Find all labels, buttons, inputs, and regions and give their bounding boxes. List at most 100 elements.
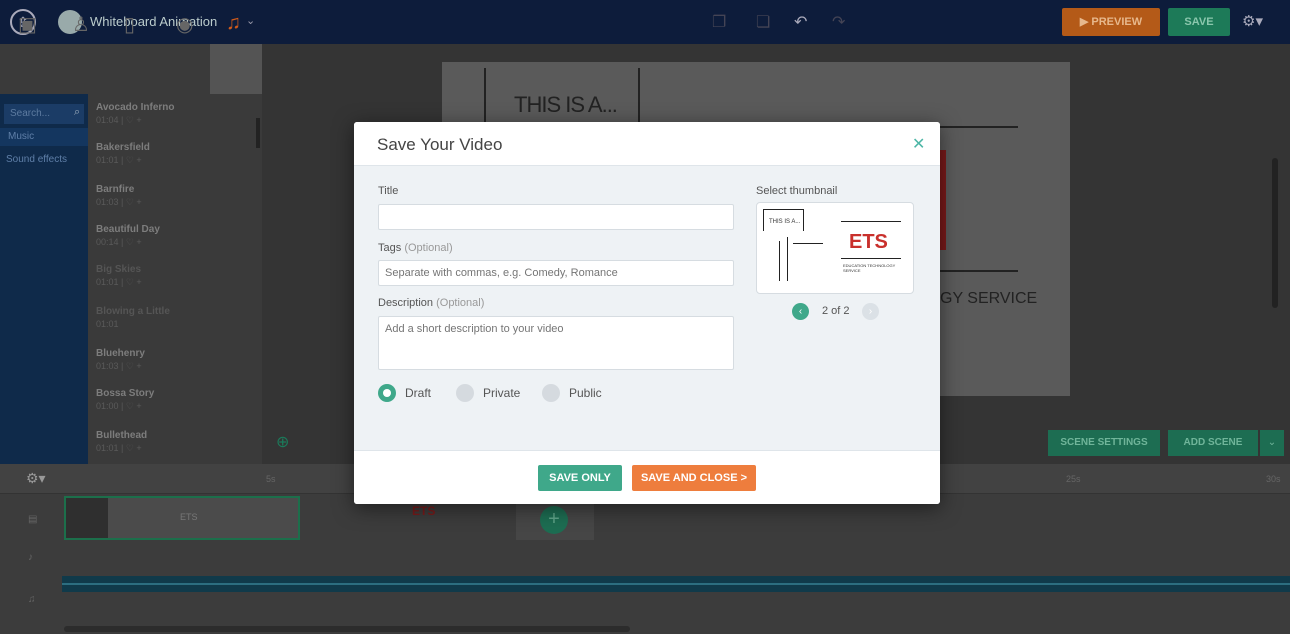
track-name: Bakersfield xyxy=(96,142,150,153)
list-item[interactable]: Avocado Inferno 01:04 | ♡ + xyxy=(96,102,175,126)
track-meta: 01:03 | ♡ + xyxy=(96,361,142,371)
track-meta: 01:00 | ♡ + xyxy=(96,401,142,411)
track-meta: 01:03 | ♡ + xyxy=(96,197,142,207)
track-meta: 01:01 | ♡ + xyxy=(96,443,142,453)
chevron-down-icon[interactable]: ⌄ xyxy=(1260,430,1284,456)
scene-thumbnail xyxy=(66,498,108,538)
track-meta: 01:04 | ♡ + xyxy=(96,115,142,125)
save-only-button[interactable]: SAVE ONLY xyxy=(538,465,622,491)
save-video-dialog: Save Your Video ✕ Title Tags (Optional) … xyxy=(354,122,940,504)
preview-button[interactable]: ▶ PREVIEW xyxy=(1062,8,1160,36)
tags-input[interactable] xyxy=(378,260,734,286)
timeline-scrollbar[interactable] xyxy=(64,626,630,632)
zoom-in-icon[interactable]: ⊕ xyxy=(276,432,289,452)
search-input[interactable]: Search... xyxy=(4,104,84,124)
thumb-line xyxy=(763,209,764,231)
canvas-scrollbar[interactable] xyxy=(1272,158,1278,308)
thumb-line xyxy=(841,221,901,222)
search-icon[interactable]: ⌕ xyxy=(74,106,80,119)
tags-label: Tags (Optional) xyxy=(378,242,453,254)
sidebar-item-sound-effects[interactable]: Sound effects xyxy=(6,154,67,165)
track-meta: 00:14 | ♡ + xyxy=(96,237,142,247)
chevron-left-icon[interactable]: ‹ xyxy=(792,303,809,320)
sidebar xyxy=(0,94,88,464)
list-item[interactable]: Bossa Story 01:00 | ♡ + xyxy=(96,388,154,412)
thumb-line xyxy=(793,243,823,244)
tags-label-text: Tags xyxy=(378,242,402,254)
redo-icon[interactable]: ↷ xyxy=(832,12,845,32)
thumb-line xyxy=(779,241,780,281)
paste-icon[interactable]: ❏ xyxy=(756,12,770,32)
list-item[interactable]: Beautiful Day 00:14 | ♡ + xyxy=(96,224,160,248)
title-input[interactable] xyxy=(378,204,734,230)
dialog-title: Save Your Video xyxy=(377,135,503,154)
gear-icon[interactable]: ⚙▾ xyxy=(26,470,46,487)
thumb-line xyxy=(841,258,901,259)
thumb-line xyxy=(787,237,788,281)
optional-hint: (Optional) xyxy=(404,242,453,254)
track-name: Beautiful Day xyxy=(96,224,160,235)
timeline-tick: 5s xyxy=(266,474,276,484)
track-name: Big Skies xyxy=(96,264,142,275)
track-meta: 01:01 xyxy=(96,319,119,329)
canvas-text-right: GY SERVICE xyxy=(940,290,1038,307)
thumb-line xyxy=(803,209,804,231)
radio-label: Draft xyxy=(405,386,432,400)
thumbnail-preview[interactable]: THIS IS A... ETS EDUCATION TECHNOLOGY SE… xyxy=(756,202,914,294)
list-item[interactable]: Bullethead 01:01 | ♡ + xyxy=(96,430,147,454)
thumbnail-pager: 2 of 2 xyxy=(822,305,850,317)
description-label: Description (Optional) xyxy=(378,297,484,309)
save-button[interactable]: SAVE xyxy=(1168,8,1230,36)
list-item[interactable]: Bakersfield 01:01 | ♡ + xyxy=(96,142,150,166)
chevron-down-icon[interactable]: ⌄ xyxy=(246,14,255,27)
thumbnail-label: Select thumbnail xyxy=(756,185,838,197)
dialog-footer: SAVE ONLY SAVE AND CLOSE > xyxy=(354,450,940,504)
close-icon[interactable]: ✕ xyxy=(912,134,925,154)
track-name: Bossa Story xyxy=(96,388,155,399)
gear-icon[interactable]: ⚙▾ xyxy=(1242,12,1263,30)
speech-bubble-icon[interactable]: ◉ xyxy=(176,12,193,37)
copy-icon[interactable]: ❐ xyxy=(712,12,726,32)
description-textarea[interactable] xyxy=(378,316,734,370)
privacy-radio-public[interactable] xyxy=(542,384,560,402)
timeline-tick: 30s xyxy=(1266,474,1281,484)
description-label-text: Description xyxy=(378,297,434,309)
title-label: Title xyxy=(378,185,399,197)
image-icon[interactable]: ▣ xyxy=(18,12,37,37)
optional-hint: (Optional) xyxy=(436,297,485,309)
track-meta: 01:01 | ♡ + xyxy=(96,277,142,287)
save-and-close-button[interactable]: SAVE AND CLOSE > xyxy=(632,465,756,491)
track-name: Blowing a Little xyxy=(96,306,170,317)
thumb-subtitle: EDUCATION TECHNOLOGY SERVICE xyxy=(843,263,896,273)
add-icon[interactable]: + xyxy=(540,506,568,534)
voice-row-icon: ♪ xyxy=(28,552,33,563)
project-title[interactable]: Whiteboard Animation xyxy=(90,14,217,29)
track-name: Avocado Inferno xyxy=(96,102,175,113)
audio-waveform xyxy=(62,583,1290,585)
add-scene-button[interactable]: ADD SCENE xyxy=(1168,430,1258,456)
thumb-logo: ETS xyxy=(849,231,888,253)
sidebar-item-music[interactable]: Music xyxy=(0,128,88,146)
list-item[interactable]: Big Skies 01:01 | ♡ + xyxy=(96,264,142,288)
music-row-icon: ♫ xyxy=(28,594,36,605)
track-list-scrollbar[interactable] xyxy=(256,118,260,148)
list-item[interactable]: Bluehenry 01:03 | ♡ + xyxy=(96,348,145,372)
scene-settings-button[interactable]: SCENE SETTINGS xyxy=(1048,430,1160,456)
dialog-header: Save Your Video ✕ xyxy=(354,122,940,166)
track-name: Barnfire xyxy=(96,184,135,195)
scene-label: ETS xyxy=(180,512,198,522)
chevron-right-icon[interactable]: › xyxy=(862,303,879,320)
device-icon[interactable]: ▯ xyxy=(124,12,135,37)
privacy-radio-draft[interactable] xyxy=(378,384,396,402)
scene-label: ETS xyxy=(412,504,436,518)
thumb-line xyxy=(763,209,803,210)
active-category-bg xyxy=(210,44,262,94)
list-item[interactable]: Barnfire 01:03 | ♡ + xyxy=(96,184,142,208)
privacy-radio-private[interactable] xyxy=(456,384,474,402)
character-icon[interactable]: ♙ xyxy=(72,12,90,37)
canvas-logo-fragment xyxy=(940,150,946,250)
list-item[interactable]: Blowing a Little 01:01 xyxy=(96,306,170,329)
undo-icon[interactable]: ↶ xyxy=(794,12,807,32)
radio-label: Public xyxy=(569,386,602,400)
music-note-icon[interactable]: ♫ xyxy=(226,12,241,35)
